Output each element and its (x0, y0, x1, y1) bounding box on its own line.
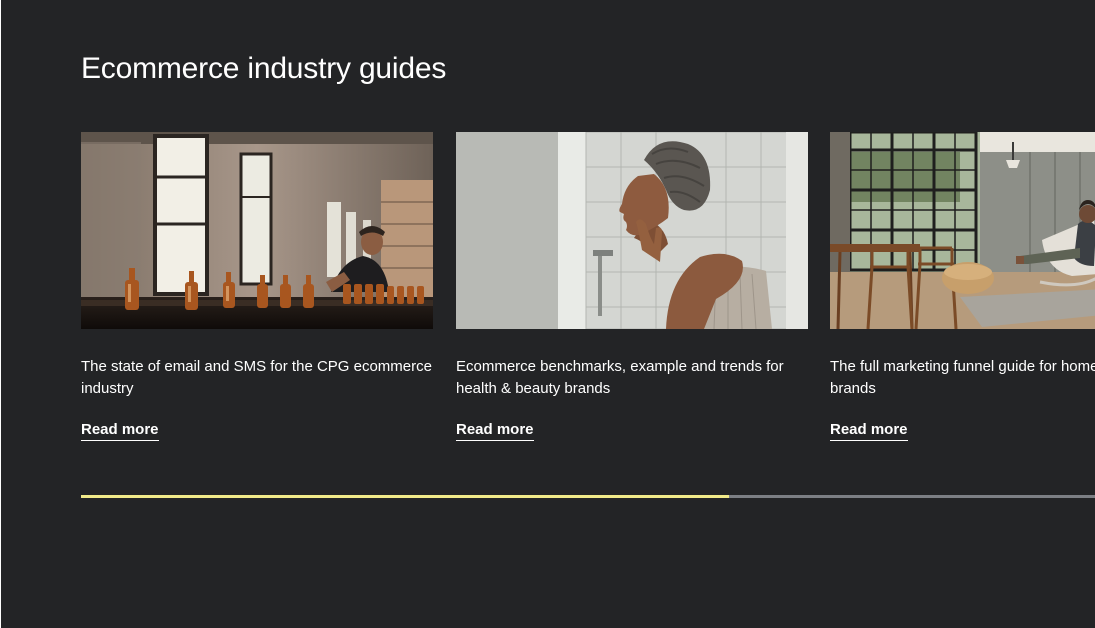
guides-carousel: The state of email and SMS for the CPG e… (81, 132, 1095, 452)
guide-title: Ecommerce benchmarks, example and trends… (456, 358, 784, 397)
guide-card-health-beauty: Ecommerce benchmarks, example and trends… (456, 132, 808, 441)
guide-title: The state of email and SMS for the CPG e… (81, 358, 432, 397)
guide-image-bottling[interactable] (81, 132, 433, 329)
industry-guides-section: Ecommerce industry guides The state of e… (1, 0, 1095, 628)
guide-title: The full marketing funnel guide for home… (830, 358, 1095, 397)
guide-image-skincare[interactable] (456, 132, 808, 329)
read-more-link[interactable]: Read more (81, 420, 159, 441)
read-more-link[interactable]: Read more (830, 420, 908, 441)
guide-card-home: The full marketing funnel guide for home… (830, 132, 1095, 441)
read-more-link[interactable]: Read more (456, 420, 534, 441)
carousel-scrollbar[interactable] (81, 495, 1095, 498)
carousel-scrollbar-thumb[interactable] (81, 495, 729, 498)
guide-image-living-room[interactable] (830, 132, 1095, 329)
section-title: Ecommerce industry guides (81, 52, 447, 85)
guide-card-cpg: The state of email and SMS for the CPG e… (81, 132, 433, 441)
